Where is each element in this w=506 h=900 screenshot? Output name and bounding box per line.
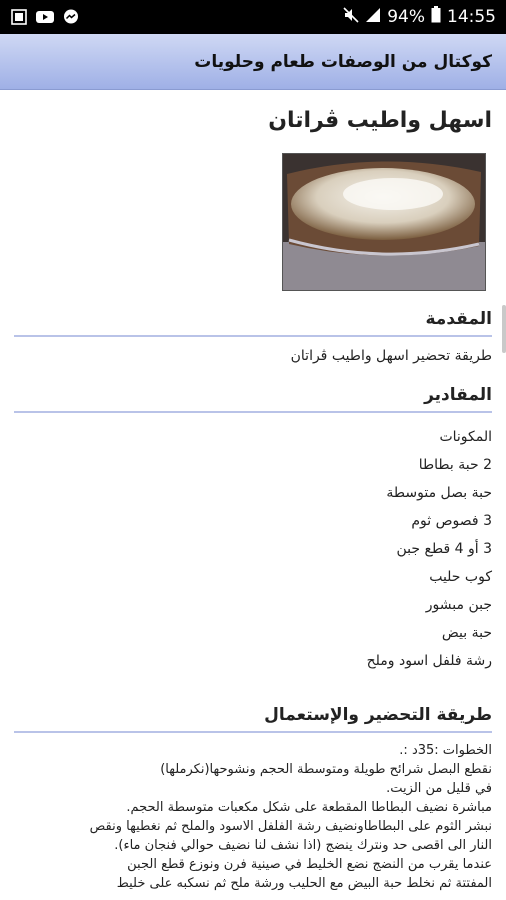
recipe-title: اسهل واطيب ڤراتان [268, 108, 492, 133]
method-line: نبشر الثوم على البطاطاونضيف رشة الفلفل ا… [89, 819, 492, 834]
method-line: النار الى اقصى حد ونترك ينضج (اذا نشف لن… [114, 838, 492, 853]
intro-heading: المقدمة [14, 309, 492, 337]
gallery-icon [10, 9, 28, 25]
clock: 14:55 [447, 7, 496, 27]
ingredient-item: حبة بيض [441, 625, 492, 641]
method-line: مباشرة نضيف البطاطا المقطعة على شكل مكعب… [126, 800, 492, 815]
method-line: في قليل من الزيت. [386, 781, 492, 796]
youtube-icon [36, 9, 54, 25]
ingredient-item: كوب حليب [429, 569, 492, 585]
notification-icons [10, 9, 80, 25]
ingredients-heading: المقادير [14, 385, 492, 413]
ingredient-item: 3 أو 4 قطع جبن [396, 541, 492, 557]
app-title: كوكتال من الوصفات طعام وحلويات [194, 51, 492, 72]
battery-icon [431, 6, 441, 28]
ingredient-item: رشة فلفل اسود وملح [366, 653, 492, 669]
recipe-content[interactable]: اسهل واطيب ڤراتان المقدمة طريقة تحضير اس… [0, 91, 506, 900]
ingredient-item: 3 فصوص ثوم [411, 513, 492, 529]
ingredient-item: المكونات [439, 429, 492, 445]
ingredient-item: 2 حبة بطاطا [418, 457, 492, 473]
method-line: الخطوات :35د :. [399, 743, 492, 758]
mute-icon [343, 6, 359, 28]
status-bar: 94% 14:55 [0, 0, 506, 34]
messenger-icon [62, 9, 80, 25]
system-status: 94% 14:55 [343, 6, 496, 28]
ingredient-item: جبن مبشور [425, 597, 492, 613]
battery-percent: 94% [387, 7, 425, 27]
ingredients-list: المكونات 2 حبة بطاطا حبة بصل متوسطة 3 فص… [14, 423, 492, 675]
method-line: المفتتة ثم نخلط حبة البيض مع الحليب ورشة… [116, 876, 492, 891]
intro-text: طريقة تحضير اسهل واطيب ڤراتان [290, 348, 492, 364]
signal-icon [365, 7, 381, 28]
method-line: عندما يقرب من النضج نضع الخليط في صينية … [127, 857, 492, 872]
method-steps: الخطوات :35د :. نقطع البصل شرائح طويلة و… [14, 741, 492, 893]
method-heading: طريقة التحضير والإستعمال [14, 705, 492, 733]
method-line: نقطع البصل شرائح طويلة ومتوسطة الحجم ونش… [160, 762, 492, 777]
recipe-photo [282, 153, 486, 291]
scrollbar-thumb[interactable] [502, 305, 506, 353]
ingredient-item: حبة بصل متوسطة [386, 485, 492, 501]
app-bar: كوكتال من الوصفات طعام وحلويات [0, 34, 506, 90]
